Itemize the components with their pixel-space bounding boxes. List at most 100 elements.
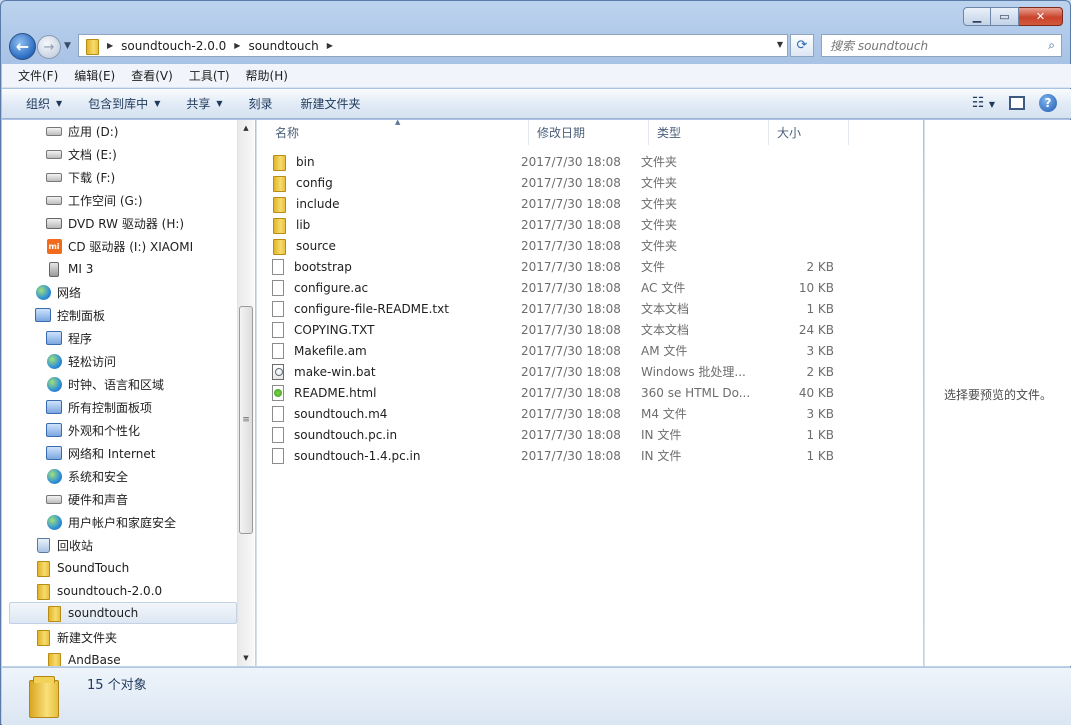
address-dropdown-icon[interactable]: ▼ xyxy=(777,40,783,49)
nav-item-control-panel[interactable]: 控制面板 xyxy=(35,304,105,326)
menu-file[interactable]: 文件(F) xyxy=(10,67,66,84)
file-row[interactable]: make-win.bat 2017/7/30 18:08 Windows 批处理..… xyxy=(272,361,834,382)
file-row[interactable]: soundtouch.m4 2017/7/30 18:08 M4 文件 3 KB xyxy=(272,403,834,424)
nav-item-dvd-drive[interactable]: DVD RW 驱动器 (H:) xyxy=(46,212,184,234)
share-button[interactable]: 共享 ▼ xyxy=(176,95,232,112)
nav-item-drive-f[interactable]: 下载 (F:) xyxy=(46,166,115,188)
search-icon[interactable]: ⌕ xyxy=(1048,38,1055,53)
preview-pane-icon[interactable] xyxy=(1009,96,1025,110)
nav-item-label: AndBase xyxy=(68,653,121,666)
nav-item-network-internet[interactable]: 网络和 Internet xyxy=(46,442,155,464)
include-in-library-button[interactable]: 包含到库中 ▼ xyxy=(78,95,170,112)
file-row[interactable]: lib 2017/7/30 18:08 文件夹 xyxy=(272,214,834,235)
chevron-down-icon: ▼ xyxy=(56,99,63,108)
explorer-window: ▁ ▭ ✕ ← → ▼ ▶ soundtouch-2.0.0 ▶ soundto… xyxy=(0,0,1071,725)
file-icon xyxy=(272,426,284,443)
folder-icon xyxy=(35,560,51,577)
file-row[interactable]: bootstrap 2017/7/30 18:08 文件 2 KB xyxy=(272,256,834,277)
change-view-icon[interactable]: ☷ ▼ xyxy=(972,95,995,111)
breadcrumb-soundtouch-2.0.0[interactable]: soundtouch-2.0.0 xyxy=(121,39,226,53)
menu-view[interactable]: 查看(V) xyxy=(123,67,181,84)
back-button[interactable]: ← xyxy=(9,33,36,60)
navigation-bar: ← → ▼ ▶ soundtouch-2.0.0 ▶ soundtouch ▶ … xyxy=(1,31,1070,61)
file-icon xyxy=(272,279,284,296)
command-bar: 组织 ▼ 包含到库中 ▼ 共享 ▼ 刻录 新建文件夹 ☷ ▼ ? xyxy=(2,89,1071,119)
burn-button[interactable]: 刻录 xyxy=(239,95,283,112)
file-row[interactable]: configure.ac 2017/7/30 18:08 AC 文件 10 KB xyxy=(272,277,834,298)
nav-item-new-folder[interactable]: 新建文件夹 xyxy=(35,626,117,648)
preview-message: 选择要预览的文件。 xyxy=(943,387,1052,402)
file-name: soundtouch-1.4.pc.in xyxy=(294,448,421,463)
maximize-button[interactable]: ▭ xyxy=(991,7,1019,26)
help-icon[interactable]: ? xyxy=(1039,94,1057,112)
file-row[interactable]: configure-file-README.txt 2017/7/30 18:08… xyxy=(272,298,834,319)
chevron-right-icon[interactable]: ▶ xyxy=(327,41,333,50)
file-row[interactable]: README.html 2017/7/30 18:08 360 se HTML Do… xyxy=(272,382,834,403)
nav-item-label: CD 驱动器 (I:) XIAOMI xyxy=(68,239,194,254)
nav-item-cd-drive[interactable]: mi CD 驱动器 (I:) XIAOMI xyxy=(46,235,193,257)
nav-item-hardware-sound[interactable]: 硬件和声音 xyxy=(46,488,128,510)
column-date[interactable]: 修改日期 xyxy=(529,120,649,145)
nav-item-network[interactable]: 网络 xyxy=(35,281,81,303)
column-name[interactable]: 名称 ▲ xyxy=(257,118,529,145)
file-row[interactable]: include 2017/7/30 18:08 文件夹 xyxy=(272,193,834,214)
menu-tools[interactable]: 工具(T) xyxy=(181,67,238,84)
minimize-button[interactable]: ▁ xyxy=(963,7,991,26)
file-name: bin xyxy=(296,154,315,169)
refresh-button[interactable]: ⟳ xyxy=(790,34,814,57)
chevron-right-icon[interactable]: ▶ xyxy=(234,41,240,50)
scroll-up-icon[interactable]: ▲ xyxy=(238,120,254,136)
nav-item-ease-of-access[interactable]: 轻松访问 xyxy=(46,350,116,372)
nav-item-drive-e[interactable]: 文档 (E:) xyxy=(46,143,117,165)
chevron-right-icon[interactable]: ▶ xyxy=(107,41,113,50)
nav-item-programs[interactable]: 程序 xyxy=(46,327,92,349)
nav-item-user-accounts[interactable]: 用户帐户和家庭安全 xyxy=(46,511,176,533)
nav-item-soundtouch-selected[interactable]: soundtouch xyxy=(9,602,237,624)
column-size[interactable]: 大小 xyxy=(769,120,849,145)
scroll-thumb[interactable]: ≡ xyxy=(239,306,253,534)
nav-item-appearance[interactable]: 外观和个性化 xyxy=(46,419,140,441)
menu-help[interactable]: 帮助(H) xyxy=(238,67,296,84)
chevron-down-icon[interactable]: ▼ xyxy=(989,100,995,109)
file-icon xyxy=(272,321,284,338)
forward-button[interactable]: → xyxy=(37,35,61,59)
file-name: include xyxy=(296,196,340,211)
close-button[interactable]: ✕ xyxy=(1019,7,1063,26)
nav-item-mi3[interactable]: MI 3 xyxy=(46,258,93,280)
column-type[interactable]: 类型 xyxy=(649,120,769,145)
nav-item-recycle-bin[interactable]: 回收站 xyxy=(35,534,93,556)
nav-item-system-security[interactable]: 系统和安全 xyxy=(46,465,128,487)
nav-item-soundtouch-root[interactable]: SoundTouch xyxy=(35,557,129,579)
file-row[interactable]: source 2017/7/30 18:08 文件夹 xyxy=(272,235,834,256)
recent-pages-dropdown[interactable]: ▼ xyxy=(64,41,71,51)
file-row[interactable]: bin 2017/7/30 18:08 文件夹 xyxy=(272,151,834,172)
file-row[interactable]: soundtouch-1.4.pc.in 2017/7/30 18:08 IN 文件… xyxy=(272,445,834,466)
file-row[interactable]: soundtouch.pc.in 2017/7/30 18:08 IN 文件 1 KB xyxy=(272,424,834,445)
navigation-scrollbar[interactable]: ▲ ≡ ▼ xyxy=(237,120,254,666)
organize-button[interactable]: 组织 ▼ xyxy=(16,95,72,112)
nav-item-andbase[interactable]: AndBase xyxy=(46,649,121,666)
nav-item-clock-language[interactable]: 时钟、语言和区域 xyxy=(46,373,164,395)
nav-item-all-control-panel[interactable]: 所有控制面板项 xyxy=(46,396,152,418)
search-input[interactable] xyxy=(822,35,1032,56)
file-name-cell: soundtouch.pc.in xyxy=(272,426,521,443)
file-row[interactable]: Makefile.am 2017/7/30 18:08 AM 文件 3 KB xyxy=(272,340,834,361)
scroll-down-icon[interactable]: ▼ xyxy=(238,650,254,666)
nav-item-drive-g[interactable]: 工作空间 (G:) xyxy=(46,189,143,211)
file-date: 2017/7/30 18:08 xyxy=(521,343,621,358)
file-row[interactable]: COPYING.TXT 2017/7/30 18:08 文本文档 24 KB xyxy=(272,319,834,340)
nav-item-drive-d[interactable]: 应用 (D:) xyxy=(46,120,118,142)
file-row[interactable]: config 2017/7/30 18:08 文件夹 xyxy=(272,172,834,193)
folder-icon xyxy=(35,629,51,646)
menu-edit[interactable]: 编辑(E) xyxy=(66,67,123,84)
breadcrumb-soundtouch[interactable]: soundtouch xyxy=(248,39,318,53)
file-type: 文件夹 xyxy=(641,197,678,211)
address-bar[interactable]: ▶ soundtouch-2.0.0 ▶ soundtouch ▶ ▼ xyxy=(78,34,788,57)
sort-ascending-icon: ▲ xyxy=(395,118,401,126)
file-type: 文件夹 xyxy=(641,239,678,253)
column-date-label: 修改日期 xyxy=(537,126,586,140)
column-type-label: 类型 xyxy=(657,126,682,140)
nav-item-soundtouch-2.0.0[interactable]: soundtouch-2.0.0 xyxy=(35,580,162,602)
search-box[interactable]: ⌕ xyxy=(821,34,1062,57)
new-folder-button[interactable]: 新建文件夹 xyxy=(291,95,371,112)
